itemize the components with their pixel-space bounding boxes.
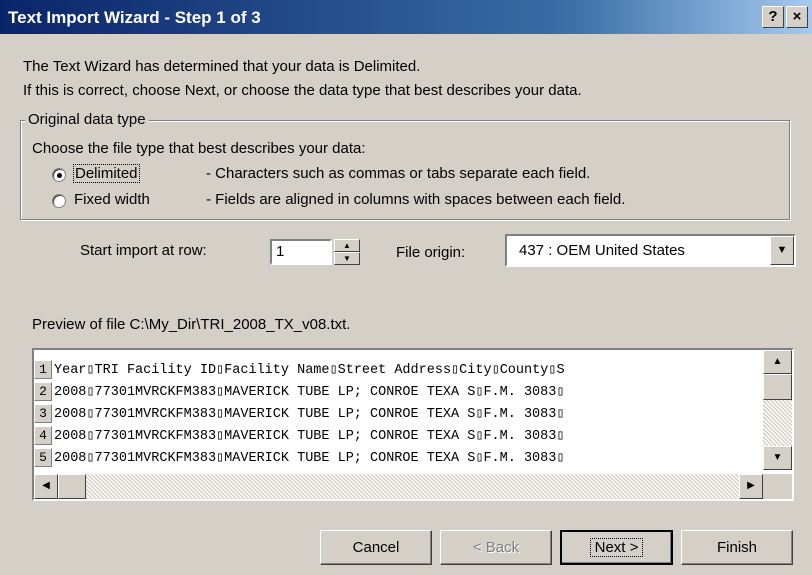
- horizontal-scroll-thumb[interactable]: [58, 474, 86, 499]
- preview-row: 2 2008▯77301MVRCKFM383▯MAVERICK TUBE LP;…: [34, 380, 762, 402]
- dialog-title: Text Import Wizard - Step 1 of 3: [8, 8, 261, 27]
- file-origin-dropdown[interactable]: 437 : OEM United States ▼: [505, 234, 796, 267]
- next-button[interactable]: Next >: [560, 530, 673, 565]
- preview-row: 3 2008▯77301MVRCKFM383▯MAVERICK TUBE LP;…: [34, 402, 762, 424]
- radio-fixed-width-label[interactable]: Fixed width: [74, 191, 150, 208]
- delimited-description: - Characters such as commas or tabs sepa…: [206, 165, 591, 182]
- finish-button[interactable]: Finish: [681, 530, 793, 565]
- preview-row: 1 Year▯TRI Facility ID▯Facility Name▯Str…: [34, 358, 762, 380]
- preview-rows: 1 Year▯TRI Facility ID▯Facility Name▯Str…: [34, 358, 762, 474]
- radio-delimited-indicator[interactable]: [52, 168, 66, 182]
- radio-delimited-label[interactable]: Delimited: [73, 164, 140, 183]
- group-legend: Original data type: [25, 111, 149, 128]
- cancel-button[interactable]: Cancel: [320, 530, 432, 565]
- horizontal-scrollbar[interactable]: ◀ ▶: [34, 474, 792, 499]
- row-text: Year▯TRI Facility ID▯Facility Name▯Stree…: [54, 362, 565, 378]
- radio-fixed-width-indicator[interactable]: [52, 194, 66, 208]
- chevron-down-icon[interactable]: ▼: [770, 236, 794, 265]
- start-row-label: Start import at row:: [80, 242, 207, 259]
- vertical-scroll-thumb[interactable]: [763, 374, 792, 400]
- preview-row: 5 2008▯77301MVRCKFM383▯MAVERICK TUBE LP;…: [34, 446, 762, 468]
- row-number: 4: [34, 425, 52, 445]
- back-button[interactable]: < Back: [440, 530, 552, 565]
- close-button[interactable]: ×: [786, 6, 808, 28]
- file-preview[interactable]: 1 Year▯TRI Facility ID▯Facility Name▯Str…: [32, 348, 794, 501]
- intro-line-2: If this is correct, choose Next, or choo…: [23, 82, 582, 99]
- preview-row: 4 2008▯77301MVRCKFM383▯MAVERICK TUBE LP;…: [34, 424, 762, 446]
- spin-down-icon[interactable]: ▼: [334, 252, 360, 265]
- vertical-scrollbar[interactable]: ▲ ▼: [763, 350, 792, 470]
- file-origin-label: File origin:: [396, 244, 466, 261]
- intro-line-1: The Text Wizard has determined that your…: [23, 58, 421, 75]
- row-number: 1: [34, 359, 52, 379]
- start-row-spinner[interactable]: ▲ ▼: [334, 239, 360, 265]
- scroll-up-icon[interactable]: ▲: [763, 350, 792, 374]
- row-text: 2008▯77301MVRCKFM383▯MAVERICK TUBE LP; C…: [54, 450, 565, 466]
- next-button-label: Next >: [589, 538, 644, 557]
- row-text: 2008▯77301MVRCKFM383▯MAVERICK TUBE LP; C…: [54, 406, 565, 422]
- scroll-down-icon[interactable]: ▼: [763, 446, 792, 470]
- text-import-wizard-dialog: Text Import Wizard - Step 1 of 3 ? × The…: [0, 0, 812, 575]
- scroll-left-icon[interactable]: ◀: [34, 474, 58, 499]
- help-button[interactable]: ?: [762, 6, 784, 28]
- row-text: 2008▯77301MVRCKFM383▯MAVERICK TUBE LP; C…: [54, 428, 565, 444]
- row-number: 3: [34, 403, 52, 423]
- file-type-prompt: Choose the file type that best describes…: [32, 140, 366, 157]
- title-bar[interactable]: Text Import Wizard - Step 1 of 3 ? ×: [0, 0, 812, 34]
- preview-label: Preview of file C:\My_Dir\TRI_2008_TX_v0…: [32, 316, 351, 333]
- scrollbar-corner: [763, 474, 792, 499]
- start-row-input[interactable]: 1: [270, 239, 332, 265]
- row-number: 5: [34, 447, 52, 467]
- fixed-width-description: - Fields are aligned in columns with spa…: [206, 191, 626, 208]
- spin-up-icon[interactable]: ▲: [334, 239, 360, 252]
- file-origin-value[interactable]: 437 : OEM United States: [519, 242, 685, 259]
- scroll-right-icon[interactable]: ▶: [739, 474, 763, 499]
- row-number: 2: [34, 381, 52, 401]
- row-text: 2008▯77301MVRCKFM383▯MAVERICK TUBE LP; C…: [54, 384, 565, 400]
